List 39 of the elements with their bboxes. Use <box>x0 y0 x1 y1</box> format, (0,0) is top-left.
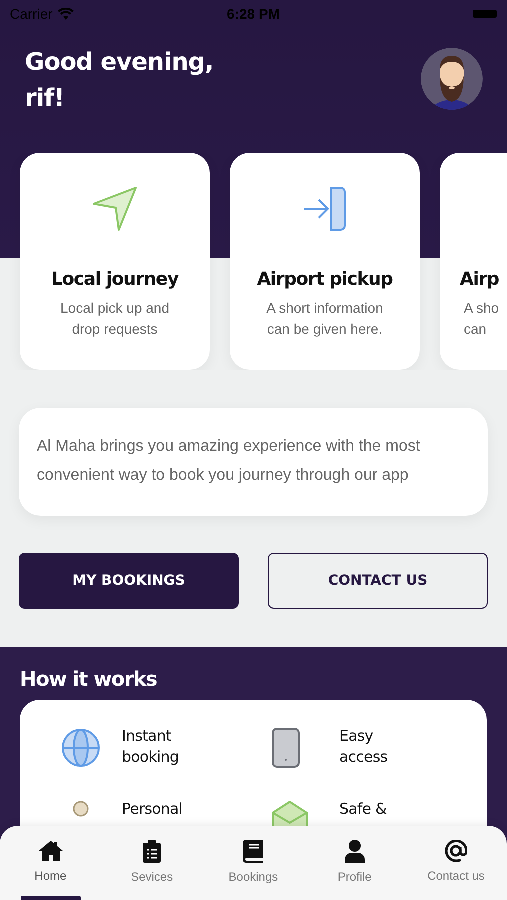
contact-button[interactable]: CONTACT US <box>268 553 488 609</box>
greeting-text: Good evening, rif! <box>25 47 214 114</box>
active-indicator <box>20 896 81 900</box>
tab-item[interactable]: Contact us <box>411 840 502 900</box>
service-description: Local pick up and drop requests <box>60 299 170 339</box>
at-sign-icon <box>445 840 468 862</box>
navigation-arrow-icon <box>91 185 139 233</box>
book-icon <box>243 840 264 863</box>
sign-in-icon <box>302 187 348 231</box>
tab-item[interactable]: Home <box>6 840 96 900</box>
service-title: Airp <box>460 269 500 290</box>
service-card[interactable]: Airp A sho can <box>440 153 507 370</box>
avatar-icon[interactable] <box>421 48 483 110</box>
tab-item[interactable]: Sevices <box>107 840 198 900</box>
tab-item[interactable]: Profile <box>310 840 400 900</box>
feature-label: Easy access <box>340 726 388 768</box>
status-time: 6:28 PM <box>227 6 280 22</box>
battery-icon <box>473 10 497 18</box>
service-card[interactable]: Local journey Local pick up and drop requests <box>20 153 210 370</box>
feature-label: Instant booking <box>122 726 179 768</box>
service-title: Airport pickup <box>257 269 393 290</box>
bookings-button[interactable]: MY BOOKINGS <box>19 553 239 609</box>
home-icon <box>38 840 63 862</box>
section-title: How it works <box>20 667 158 691</box>
globe-icon <box>61 728 101 768</box>
circle-icon <box>73 801 89 817</box>
phone-icon <box>272 728 300 768</box>
carrier-label: Carrier <box>10 6 53 22</box>
feature-label: Safe & <box>340 799 387 820</box>
person-icon <box>344 840 365 863</box>
tab-item[interactable]: Bookings <box>208 840 298 900</box>
clipboard-icon <box>143 840 162 863</box>
service-description: A short information can be given here. <box>266 299 384 339</box>
service-description: A sho can <box>463 299 500 339</box>
service-card[interactable]: Airport pickup A short information can be given here. <box>230 153 420 370</box>
info-text: Al Maha brings you amazing experience with the most convenient way to book you journey through our app <box>37 438 420 484</box>
feature-label: Personal <box>122 799 183 820</box>
wifi-icon <box>58 8 74 20</box>
service-title: Local journey <box>52 269 178 290</box>
